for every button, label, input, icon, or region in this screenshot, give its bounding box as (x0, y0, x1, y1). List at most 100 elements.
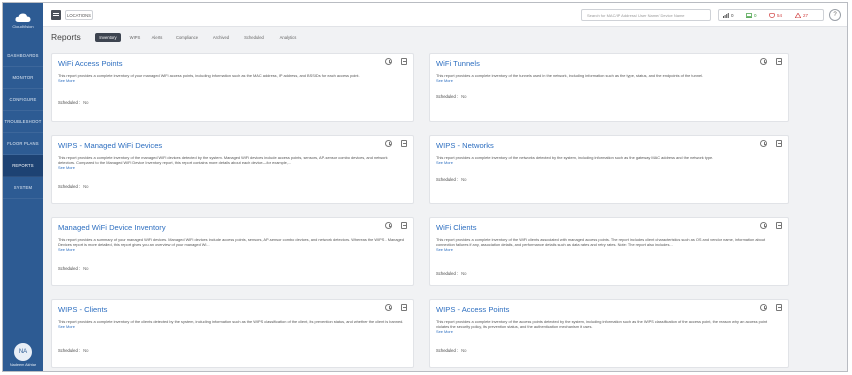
scheduled-label: Scheduled : (58, 100, 81, 105)
report-card-wips-access-points[interactable]: WIPS - Access Points This report provide… (429, 299, 789, 368)
menu-icon[interactable] (51, 10, 61, 20)
scheduled-value: No (461, 94, 467, 99)
schedule-clock-icon[interactable] (385, 222, 392, 229)
sidebar-item-reports[interactable]: REPORTS (3, 155, 43, 177)
scheduled-value: No (461, 271, 467, 276)
report-title[interactable]: WiFi Tunnels (436, 59, 480, 68)
sidebar: CloudVision DASHBOARDS MONITOR CONFIGURE… (3, 3, 43, 371)
scheduled-value: No (83, 100, 89, 105)
avatar[interactable]: NA (14, 343, 32, 361)
report-card-wifi-tunnels[interactable]: WiFi Tunnels This report provides a comp… (429, 53, 789, 122)
report-description: This report provides a complete inventor… (436, 319, 780, 334)
schedule-clock-icon[interactable] (385, 304, 392, 311)
tab-archived[interactable]: Archived (207, 33, 235, 42)
see-more-link[interactable]: See More (436, 160, 780, 165)
see-more-link[interactable]: See More (58, 247, 405, 252)
report-description: This report provides a complete inventor… (58, 155, 405, 170)
document-icon[interactable] (776, 222, 782, 229)
app-logo[interactable]: CloudVision (3, 3, 43, 39)
schedule-clock-icon[interactable] (760, 222, 767, 229)
scheduled-value: No (83, 348, 89, 353)
topbar: LOCATIONS Search for MAC/IP Address/ Use… (43, 3, 847, 27)
description-text: This report provides a complete inventor… (58, 319, 404, 324)
devices-status[interactable]: 0 (723, 9, 734, 21)
tab-scheduled[interactable]: Scheduled (238, 33, 270, 42)
scheduled-status: Scheduled : No (58, 348, 88, 353)
report-card-wifi-access-points[interactable]: WiFi Access Points This report provides … (51, 53, 414, 122)
report-title[interactable]: WIPS - Networks (436, 141, 494, 150)
scheduled-value: No (83, 266, 89, 271)
document-icon[interactable] (401, 58, 407, 65)
sidebar-item-monitor[interactable]: MONITOR (3, 67, 43, 89)
report-description: This report provides a complete inventor… (436, 155, 780, 165)
page-title: Reports (51, 32, 81, 42)
report-title[interactable]: WiFi Access Points (58, 59, 123, 68)
tab-compliance[interactable]: Compliance (170, 33, 204, 42)
report-card-wips-networks[interactable]: WIPS - Networks This report provides a c… (429, 135, 789, 204)
search-input[interactable]: Search for MAC/IP Address/ User Name/ De… (581, 9, 711, 21)
document-icon[interactable] (776, 140, 782, 147)
document-icon[interactable] (776, 304, 782, 311)
scheduled-status: Scheduled : No (436, 271, 466, 276)
tab-wips[interactable]: WIPS (125, 33, 145, 42)
alerts-status[interactable]: 27 (795, 9, 808, 21)
wips-count: 54 (777, 12, 783, 18)
app-name: CloudVision (12, 24, 34, 29)
report-card-wips-managed-wifi-devices[interactable]: WIPS - Managed WiFi Devices This report … (51, 135, 414, 204)
tab-analytics[interactable]: Analytics (273, 33, 303, 42)
schedule-clock-icon[interactable] (760, 58, 767, 65)
report-card-managed-wifi-device-inventory[interactable]: Managed WiFi Device Inventory This repor… (51, 217, 414, 286)
see-more-link[interactable]: See More (436, 78, 780, 83)
description-text: This report provides a summary of your m… (58, 237, 404, 247)
scheduled-label: Scheduled : (58, 266, 81, 271)
report-title[interactable]: WIPS - Clients (58, 305, 107, 314)
report-title[interactable]: Managed WiFi Device Inventory (58, 223, 166, 232)
scheduled-value: No (83, 184, 89, 189)
document-icon[interactable] (401, 304, 407, 311)
devices-count: 0 (731, 12, 734, 18)
user-profile[interactable]: NA Nadeem Akhtar (3, 343, 43, 367)
sidebar-item-troubleshoot[interactable]: TROUBLESHOOT (3, 111, 43, 133)
report-title[interactable]: WiFi Clients (436, 223, 477, 232)
scheduled-label: Scheduled : (436, 348, 459, 353)
schedule-clock-icon[interactable] (760, 304, 767, 311)
description-text: This report provides a complete inventor… (436, 237, 766, 247)
report-card-wifi-clients[interactable]: WiFi Clients This report provides a comp… (429, 217, 789, 286)
scheduled-label: Scheduled : (58, 348, 81, 353)
tab-alerts[interactable]: Alerts (147, 33, 167, 42)
scheduled-value: No (461, 177, 467, 182)
see-more-link[interactable]: See More (436, 329, 780, 334)
report-description: This report provides a complete inventor… (436, 237, 780, 252)
document-icon[interactable] (401, 222, 407, 229)
see-more-link[interactable]: See More (58, 78, 405, 83)
schedule-clock-icon[interactable] (385, 140, 392, 147)
alerts-count: 27 (803, 12, 809, 18)
report-card-wips-clients[interactable]: WIPS - Clients This report provides a co… (51, 299, 414, 368)
help-icon[interactable]: ? (829, 9, 841, 21)
see-more-link[interactable]: See More (436, 247, 780, 252)
see-more-link[interactable]: See More (58, 165, 405, 170)
report-description: This report provides a summary of your m… (58, 237, 405, 252)
document-icon[interactable] (776, 58, 782, 65)
locations-button[interactable]: LOCATIONS (65, 10, 93, 20)
wips-status[interactable]: 54 (769, 9, 782, 21)
sidebar-item-system[interactable]: SYSTEM (3, 177, 43, 199)
report-title[interactable]: WIPS - Managed WiFi Devices (58, 141, 162, 150)
warning-icon (795, 12, 801, 18)
description-text: This report provides a complete inventor… (436, 155, 714, 160)
schedule-clock-icon[interactable] (385, 58, 392, 65)
sidebar-item-dashboards[interactable]: DASHBOARDS (3, 45, 43, 67)
report-description: This report provides a complete inventor… (436, 73, 780, 83)
schedule-clock-icon[interactable] (760, 140, 767, 147)
scheduled-label: Scheduled : (436, 94, 459, 99)
page-header: Reports Inventory WIPS Alerts Compliance… (43, 27, 847, 47)
cloud-logo-icon (15, 13, 31, 22)
sidebar-item-floor-plans[interactable]: FLOOR PLANS (3, 133, 43, 155)
see-more-link[interactable]: See More (58, 324, 405, 329)
tab-inventory[interactable]: Inventory (95, 33, 121, 42)
sidebar-item-configure[interactable]: CONFIGURE (3, 89, 43, 111)
document-icon[interactable] (401, 140, 407, 147)
report-title[interactable]: WIPS - Access Points (436, 305, 509, 314)
clients-status[interactable]: 0 (746, 9, 757, 21)
shield-icon (769, 12, 775, 18)
